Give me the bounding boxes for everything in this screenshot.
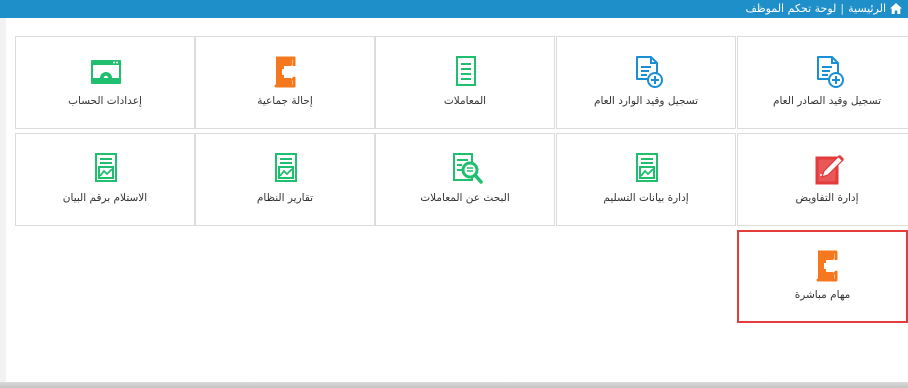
chart-document-icon: [95, 153, 117, 182]
tile-label: البحث عن المعاملات: [420, 192, 510, 204]
tile-label: المعاملات: [443, 95, 487, 107]
tile-search-transactions[interactable]: البحث عن المعاملات: [375, 133, 555, 226]
tile-account-settings[interactable]: إعدادات الحساب: [15, 36, 195, 129]
tile-label: إعدادات الحساب: [68, 95, 142, 107]
tile-label: إدارة التفاويض: [795, 192, 859, 204]
bottom-shadow: [0, 382, 908, 388]
tile-label: إحالة جماعية: [257, 95, 313, 107]
tile-receive-by-statement[interactable]: الاستلام برقم البيان: [15, 133, 195, 226]
home-icon[interactable]: [890, 3, 902, 14]
document-add-icon: [817, 56, 844, 88]
tile-label: الاستلام برقم البيان: [62, 192, 148, 204]
tile-transactions[interactable]: المعاملات: [375, 36, 555, 129]
search-document-icon: [453, 153, 483, 184]
chart-document-icon: [275, 153, 297, 182]
document-add-icon: [636, 56, 663, 88]
chart-document-icon: [636, 153, 658, 182]
breadcrumb: الرئيسية|لوحة تحكم الموظف: [746, 0, 902, 18]
breadcrumb-home[interactable]: الرئيسية: [848, 2, 886, 15]
tile-delegations[interactable]: إدارة التفاويض: [737, 133, 908, 226]
tile-label: مهام مباشرة: [794, 289, 851, 301]
pencil-document-icon: [815, 155, 844, 185]
header-bar: الرئيسية|لوحة تحكم الموظف: [0, 0, 908, 18]
tile-direct-tasks[interactable]: مهام مباشرة: [737, 230, 908, 323]
exit-arrow-icon: [816, 250, 841, 282]
tile-outgoing-register[interactable]: تسجيل وقيد الصادر العام: [737, 36, 908, 129]
tile-system-reports[interactable]: تقارير النظام: [195, 133, 375, 226]
breadcrumb-separator: |: [840, 2, 845, 15]
tile-label: تقارير النظام: [256, 192, 314, 204]
tile-incoming-register[interactable]: تسجيل وقيد الوارد العام: [556, 36, 736, 129]
browser-settings-icon: [91, 60, 121, 84]
tile-delivery-data[interactable]: إدارة بيانات التسليم: [556, 133, 736, 226]
tile-label: تسجيل وقيد الصادر العام: [772, 95, 882, 107]
exit-arrow-icon: [274, 56, 299, 88]
tile-label: تسجيل وقيد الوارد العام: [593, 95, 699, 107]
tile-label: إدارة بيانات التسليم: [603, 192, 689, 204]
document-lines-icon: [456, 56, 476, 86]
breadcrumb-current: لوحة تحكم الموظف: [745, 2, 837, 15]
tile-bulk-referral[interactable]: إحالة جماعية: [195, 36, 375, 129]
